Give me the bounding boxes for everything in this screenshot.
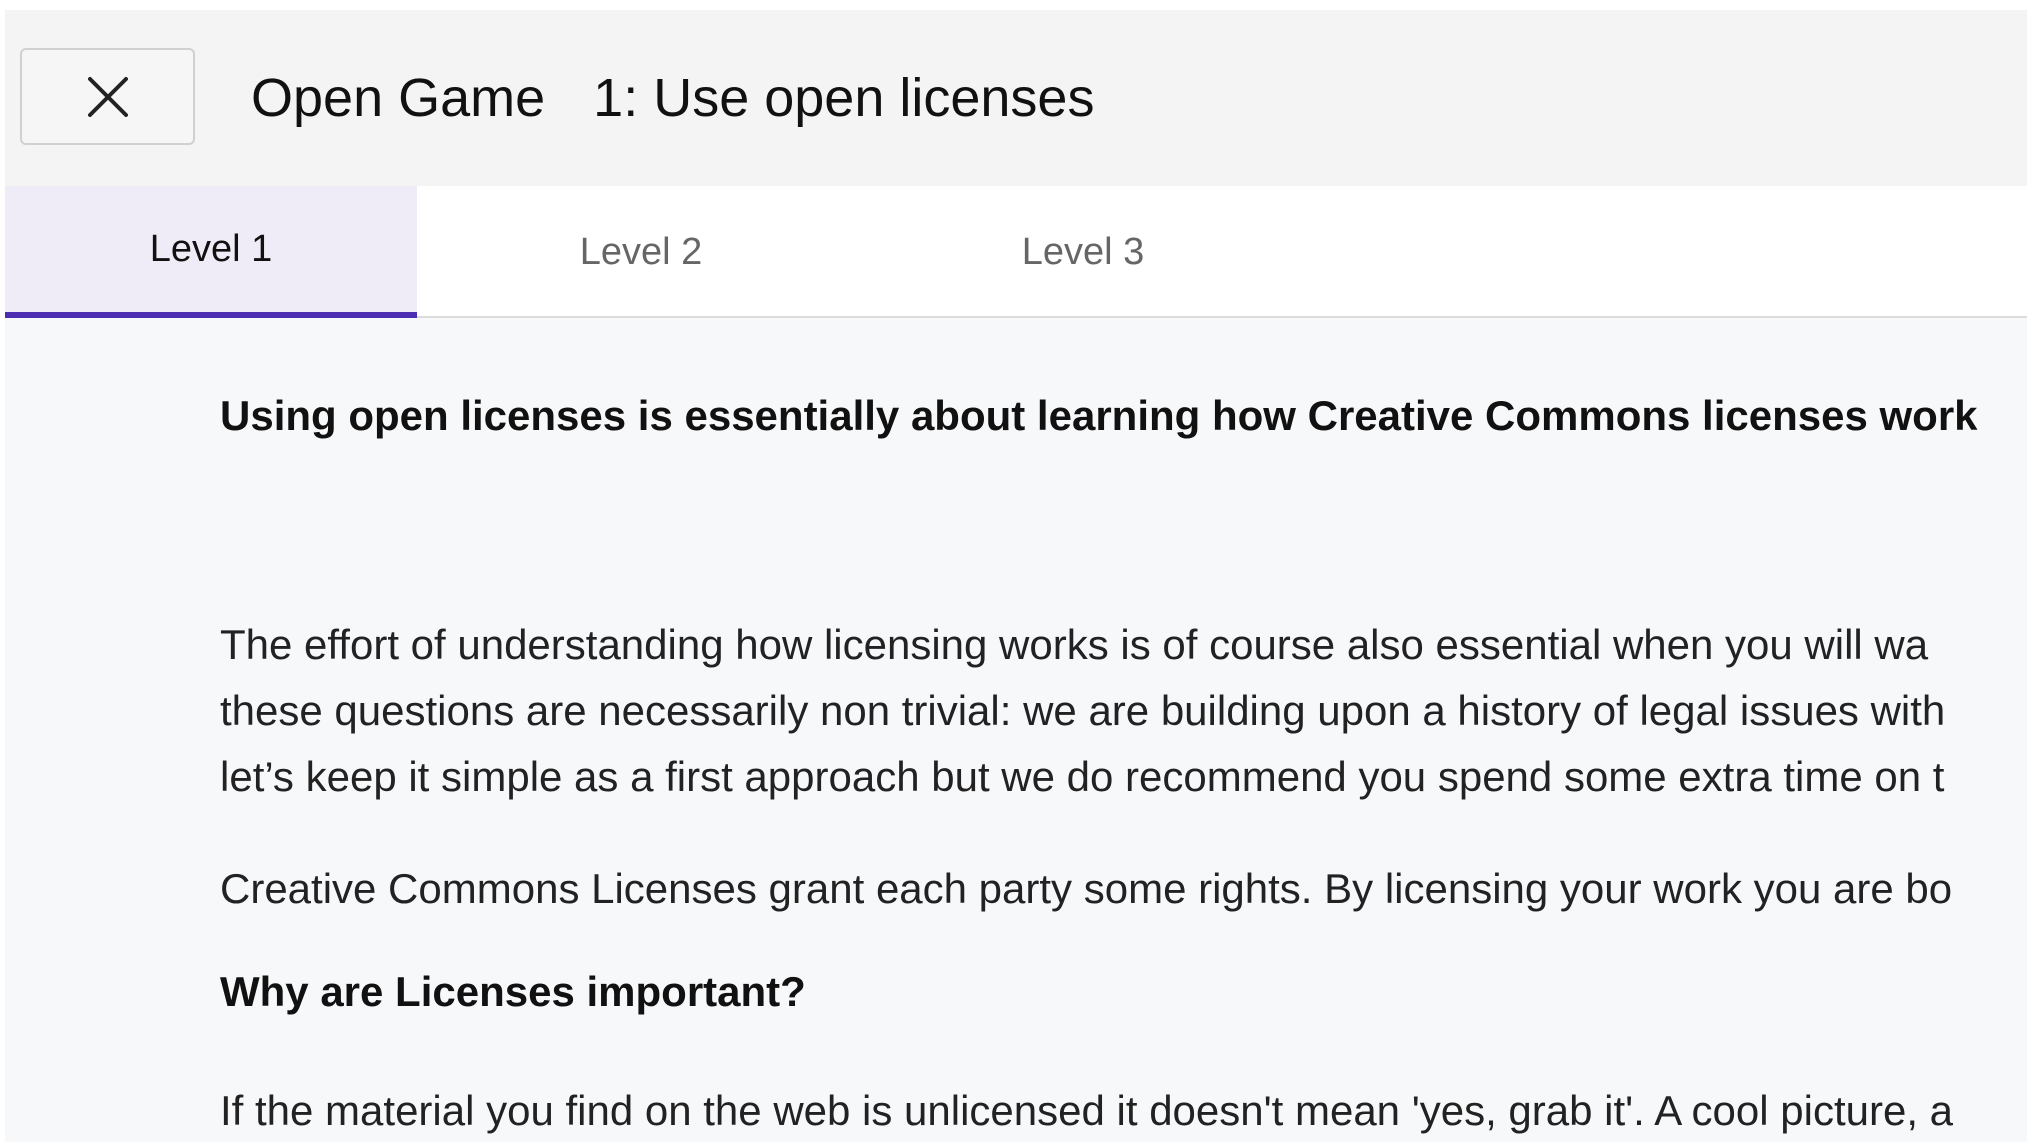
paragraph-line: The effort of understanding how licensin… (220, 621, 1929, 668)
section-heading: Using open licenses is essentially about… (220, 392, 1978, 439)
close-icon (87, 76, 128, 117)
app-window: Open Game 1: Use open licenses Level 1 Le… (5, 10, 2027, 1142)
lesson-title: 1: Use open licenses (593, 68, 1095, 128)
tab-level-1[interactable]: Level 1 (5, 186, 417, 318)
tab-level-2[interactable]: Level 2 (435, 186, 847, 318)
level-tabs: Level 1 Level 2 Level 3 (5, 186, 2027, 318)
paragraph: The effort of understanding how licensin… (220, 612, 1945, 810)
header-bar: Open Game 1: Use open licenses (5, 10, 2027, 186)
paragraph: Creative Commons Licenses grant each par… (220, 865, 1953, 912)
tab-level-3[interactable]: Level 3 (877, 186, 1289, 318)
paragraph-line: let’s keep it simple as a first approach… (220, 753, 1945, 800)
page-title: Open Game 1: Use open licenses (251, 66, 1094, 130)
paragraph: If the material you find on the web is u… (220, 1087, 1954, 1134)
close-button[interactable] (20, 48, 195, 145)
game-title: Open Game (251, 68, 546, 128)
paragraph-line: these questions are necessarily non triv… (220, 687, 1946, 734)
section-heading: Why are Licenses important? (220, 968, 806, 1015)
